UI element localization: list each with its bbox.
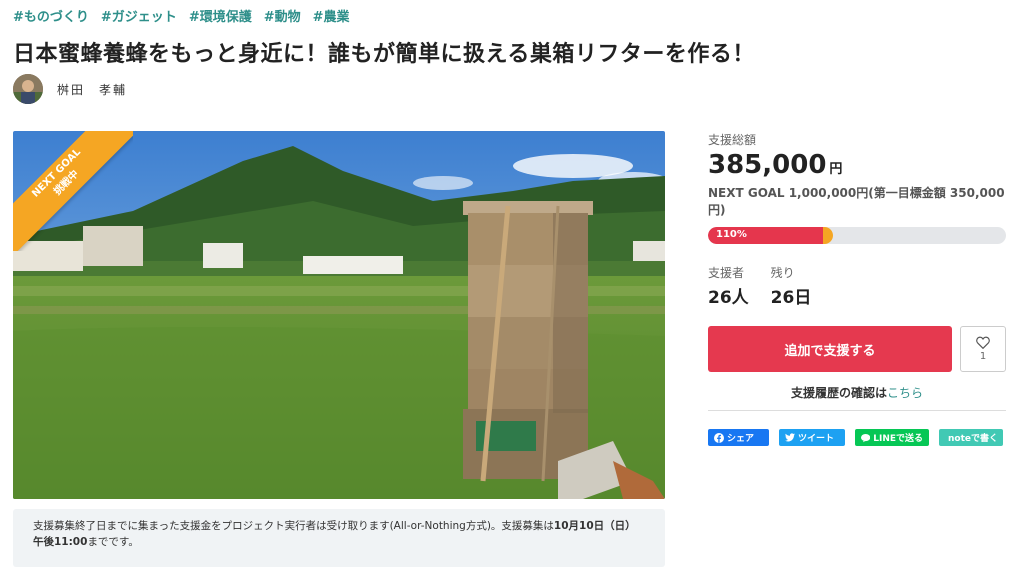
next-goal-ribbon: NEXT GOAL 挑戦中 — [13, 131, 133, 251]
tag-monozukuri[interactable]: #ものづくり — [13, 6, 89, 25]
favorite-button[interactable]: 1 — [960, 326, 1006, 372]
progress-percent: 110% — [716, 229, 747, 240]
note-share-label: noteで書く — [948, 434, 998, 444]
twitter-share-button[interactable]: ツイート — [779, 429, 845, 446]
action-row: 追加で支援する 1 — [708, 326, 1006, 372]
funding-sidebar: 支援総額 385,000 円 NEXT GOAL 1,000,000円(第一目標金… — [708, 131, 1006, 446]
project-main-image: NEXT GOAL 挑戦中 — [13, 131, 665, 499]
history-text: 支援履歴の確認は — [790, 386, 887, 400]
progress-bar: 110% — [708, 227, 1006, 244]
facebook-icon — [714, 432, 724, 443]
total-label: 支援総額 — [708, 133, 757, 147]
tag-animals[interactable]: #動物 — [264, 6, 301, 25]
stats: 支援者 26人 残り 26日 — [708, 264, 1006, 308]
support-history: 支援履歴の確認はこちら — [708, 384, 1006, 401]
heart-icon — [976, 336, 990, 349]
remaining-value: 26日 — [770, 288, 812, 308]
progress-overflow — [822, 227, 834, 244]
funding-notice: 支援募集終了日までに集まった支援金をプロジェクト実行者は受け取ります(All-o… — [13, 509, 665, 567]
page-title: 日本蜜蜂養蜂をもっと身近に！誰もが簡単に扱える巣箱リフターを作る！ — [13, 42, 755, 67]
total-amount-value: 385,000 — [708, 150, 827, 180]
note-share-button[interactable]: noteで書く — [939, 429, 1003, 446]
owner-name[interactable]: 桝田 孝輔 — [57, 81, 127, 98]
total-amount: 385,000 円 — [708, 150, 1006, 180]
notice-text-end: までです。 — [87, 536, 139, 548]
project-owner[interactable]: 桝田 孝輔 — [13, 74, 127, 104]
supporters-value: 26人 — [708, 288, 749, 308]
notice-text: 支援募集終了日までに集まった支援金をプロジェクト実行者は受け取ります(All-o… — [33, 520, 554, 532]
line-share-button[interactable]: LINEで送る — [855, 429, 929, 446]
tag-gadget[interactable]: #ガジェット — [101, 6, 177, 25]
supporters-stat: 支援者 26人 — [708, 264, 749, 308]
currency-unit: 円 — [829, 162, 843, 177]
tag-agriculture[interactable]: #農業 — [313, 6, 350, 25]
tag-list: #ものづくり #ガジェット #環境保護 #動物 #農業 — [13, 6, 350, 25]
facebook-share-button[interactable]: シェア — [708, 429, 769, 446]
history-link[interactable]: こちら — [887, 386, 923, 400]
avatar[interactable] — [13, 74, 43, 104]
favorite-count: 1 — [979, 351, 987, 362]
divider — [708, 410, 1006, 411]
supporters-label: 支援者 — [708, 266, 745, 280]
twitter-icon — [785, 433, 795, 442]
remaining-label: 残り — [770, 266, 795, 280]
facebook-share-label: シェア — [727, 434, 755, 444]
tag-environment[interactable]: #環境保護 — [189, 6, 252, 25]
next-goal-text: NEXT GOAL 1,000,000円(第一目標金額 350,000円) — [708, 186, 1005, 217]
line-icon — [861, 433, 871, 442]
remaining-stat: 残り 26日 — [771, 264, 812, 308]
twitter-share-label: ツイート — [798, 434, 835, 444]
share-buttons: シェア ツイート LINEで送る noteで書く — [708, 429, 1006, 446]
support-button[interactable]: 追加で支援する — [708, 326, 952, 372]
line-share-label: LINEで送る — [873, 434, 923, 444]
